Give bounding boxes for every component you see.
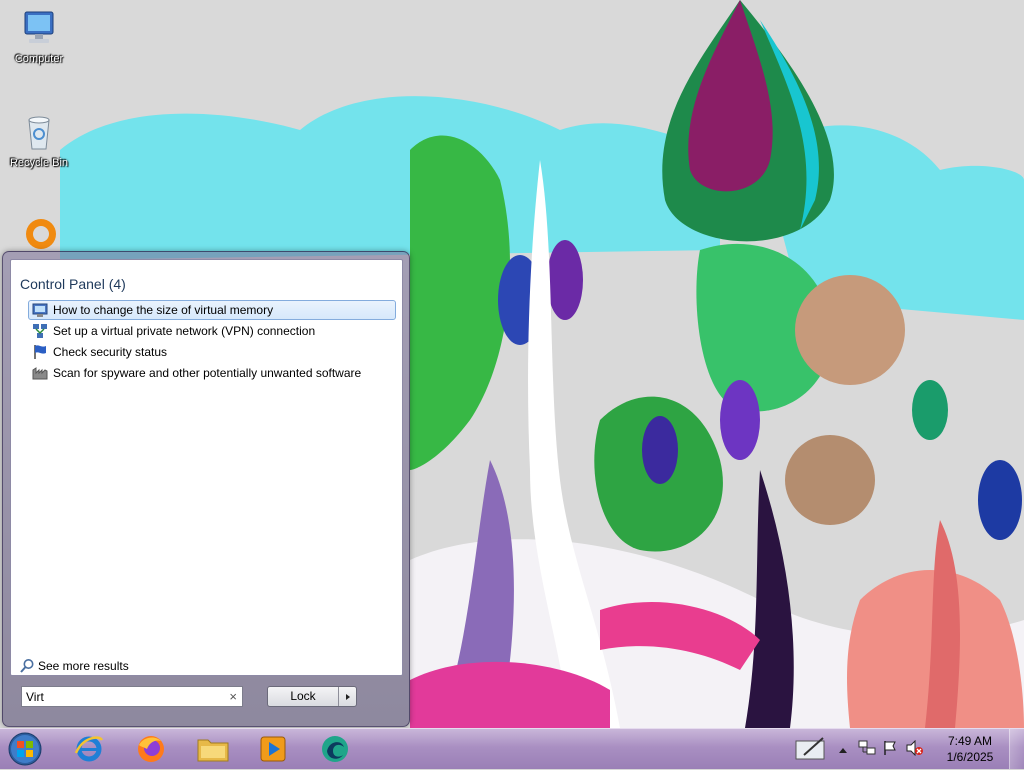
app-ring-icon bbox=[26, 219, 56, 249]
flag-icon bbox=[884, 741, 896, 755]
result-label: Set up a virtual private network (VPN) c… bbox=[53, 324, 316, 338]
power-button-group: Lock bbox=[267, 686, 357, 707]
defender-icon bbox=[32, 367, 48, 380]
search-results-pane: Control Panel (4) How to change the size… bbox=[10, 259, 403, 676]
clear-search-icon[interactable]: × bbox=[229, 689, 237, 704]
recycle-bin-icon bbox=[28, 116, 50, 150]
start-menu: Control Panel (4) How to change the size… bbox=[2, 251, 410, 727]
result-item-vpn[interactable]: Set up a virtual private network (VPN) c… bbox=[28, 321, 396, 341]
taskbar-firefox[interactable] bbox=[124, 731, 178, 767]
computer-icon bbox=[24, 11, 54, 43]
search-input[interactable] bbox=[26, 689, 216, 704]
network-tray-icon bbox=[858, 740, 876, 755]
firefox-icon bbox=[138, 736, 164, 762]
internet-explorer-icon bbox=[74, 736, 104, 762]
system-icon bbox=[32, 303, 48, 317]
windows-orb-icon bbox=[8, 732, 42, 766]
desktop-icon-label: Computer bbox=[14, 53, 64, 65]
show-desktop-button[interactable] bbox=[1009, 729, 1024, 769]
clock-date: 1/6/2025 bbox=[946, 750, 994, 764]
taskbar: 7:49 AM 1/6/2025 bbox=[0, 728, 1024, 769]
power-options-arrow[interactable] bbox=[339, 687, 356, 706]
tray-network[interactable] bbox=[858, 740, 876, 759]
pen-input-button[interactable] bbox=[794, 735, 828, 763]
volume-muted-icon bbox=[906, 739, 923, 757]
see-more-label: See more results bbox=[38, 659, 129, 673]
taskbar-clock[interactable]: 7:49 AM 1/6/2025 bbox=[942, 733, 998, 765]
taskbar-internet-explorer[interactable] bbox=[62, 731, 116, 767]
chevron-right-icon bbox=[345, 693, 350, 700]
result-label: Scan for spyware and other potentially u… bbox=[53, 366, 362, 380]
desktop-icon-computer[interactable]: Computer bbox=[1, 8, 77, 66]
media-player-icon bbox=[260, 736, 286, 762]
result-label: Check security status bbox=[53, 345, 168, 359]
tray-action-center[interactable] bbox=[882, 740, 898, 759]
start-button[interactable] bbox=[6, 731, 44, 767]
results-category-heading[interactable]: Control Panel (4) bbox=[20, 276, 126, 292]
desktop-icon-recycle-bin[interactable]: Recycle Bin bbox=[1, 112, 77, 170]
result-item-spyware-scan[interactable]: Scan for spyware and other potentially u… bbox=[28, 363, 396, 383]
clock-time: 7:49 AM bbox=[947, 734, 993, 748]
taskbar-app[interactable] bbox=[308, 731, 362, 767]
magnifier-icon bbox=[20, 659, 34, 673]
app-swirl-icon bbox=[322, 736, 348, 762]
lock-button[interactable]: Lock bbox=[268, 687, 339, 706]
chevron-up-icon bbox=[839, 748, 847, 753]
see-more-results-link[interactable]: See more results bbox=[19, 658, 129, 674]
taskbar-media-player[interactable] bbox=[246, 731, 300, 767]
tray-volume[interactable] bbox=[906, 739, 924, 759]
result-label: How to change the size of virtual memory bbox=[53, 303, 274, 317]
network-icon bbox=[33, 324, 47, 338]
result-item-virtual-memory[interactable]: How to change the size of virtual memory bbox=[28, 300, 396, 320]
tablet-pen-icon bbox=[795, 737, 825, 760]
desktop-icon-label: Recycle Bin bbox=[9, 157, 69, 169]
folder-icon bbox=[197, 739, 229, 762]
show-hidden-icons-button[interactable] bbox=[838, 743, 848, 757]
system-tray: 7:49 AM 1/6/2025 bbox=[794, 729, 1024, 769]
result-item-security-status[interactable]: Check security status bbox=[28, 342, 396, 362]
taskbar-file-explorer[interactable] bbox=[186, 731, 240, 767]
security-flag-icon bbox=[34, 345, 46, 359]
start-search-box[interactable]: × bbox=[21, 686, 243, 707]
